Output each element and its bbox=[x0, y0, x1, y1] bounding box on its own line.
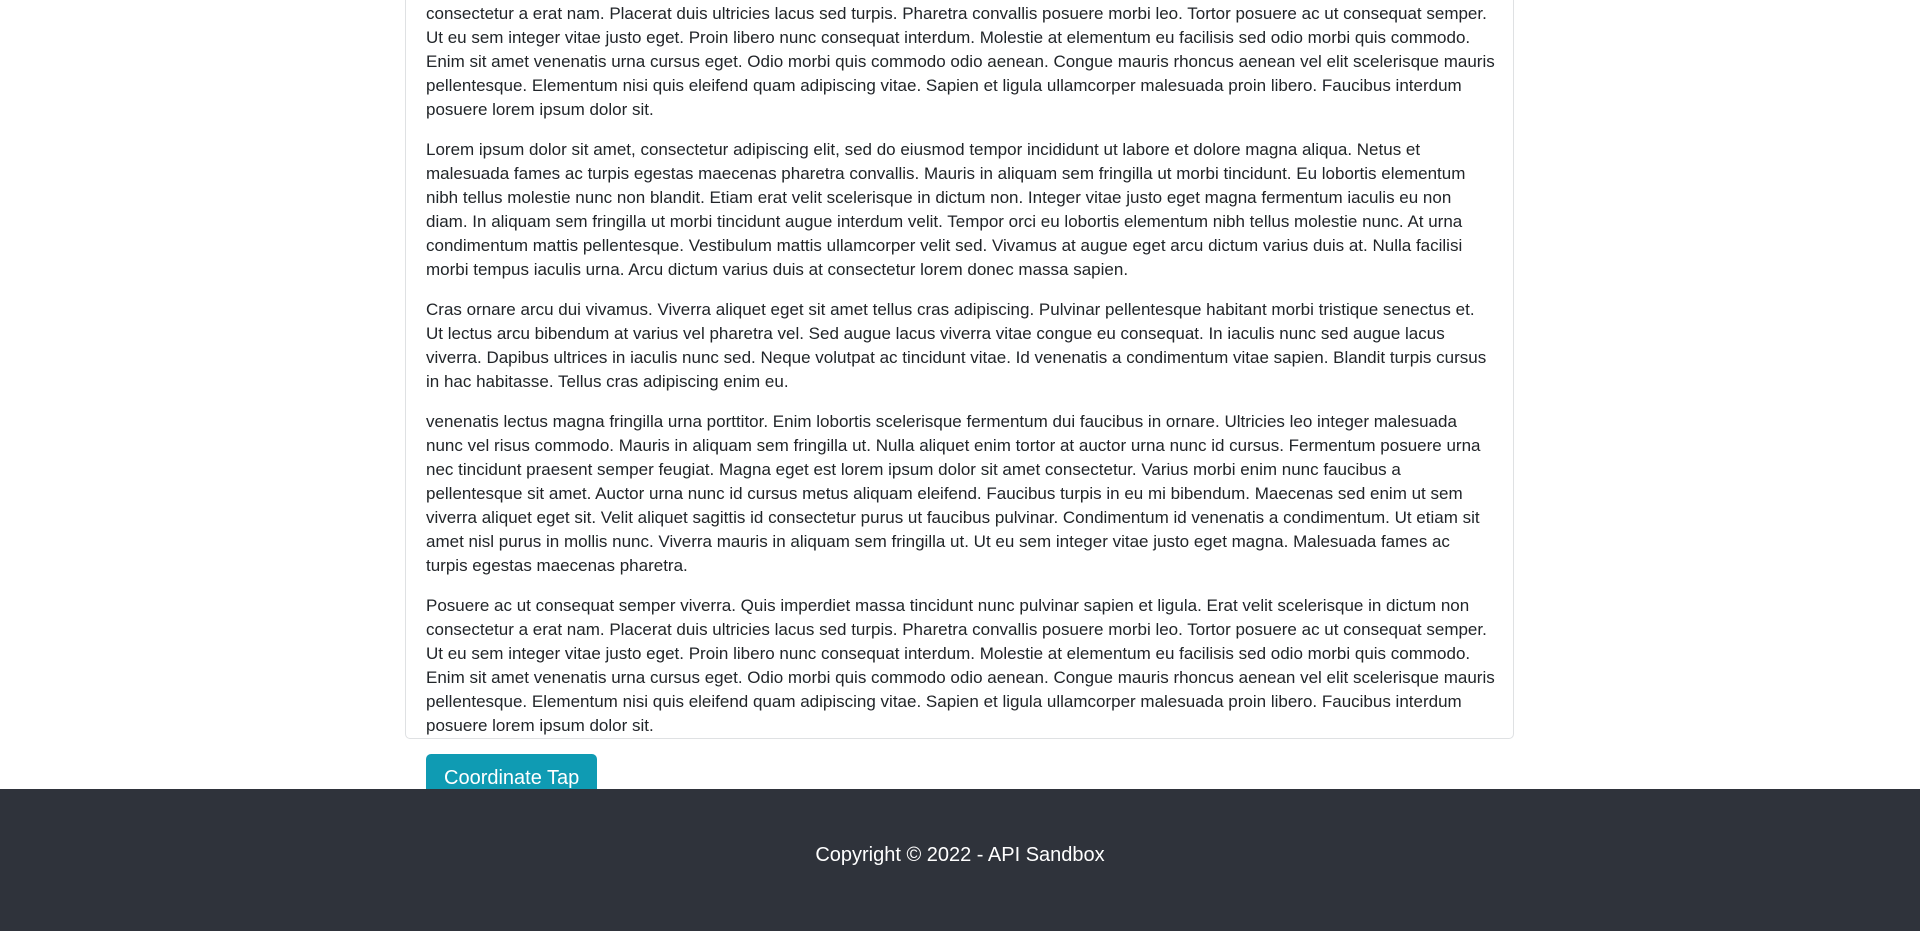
paragraph-1: Posuere ac ut consequat semper viverra. … bbox=[426, 4, 1495, 119]
page-footer: Copyright © 2022 - API Sandbox bbox=[0, 789, 1920, 931]
paragraph-2: Lorem ipsum dolor sit amet, consectetur … bbox=[426, 140, 1466, 279]
paragraph-3: Cras ornare arcu dui vivamus. Viverra al… bbox=[426, 300, 1487, 391]
paragraph-5: Posuere ac ut consequat semper viverra. … bbox=[426, 596, 1495, 735]
content-card: Posuere ac ut consequat semper viverra. … bbox=[405, 0, 1514, 802]
card-body: Posuere ac ut consequat semper viverra. … bbox=[426, 0, 1496, 802]
footer-copyright: Copyright © 2022 - API Sandbox bbox=[815, 844, 1105, 866]
paragraph-4: venenatis lectus magna fringilla urna po… bbox=[426, 412, 1481, 575]
